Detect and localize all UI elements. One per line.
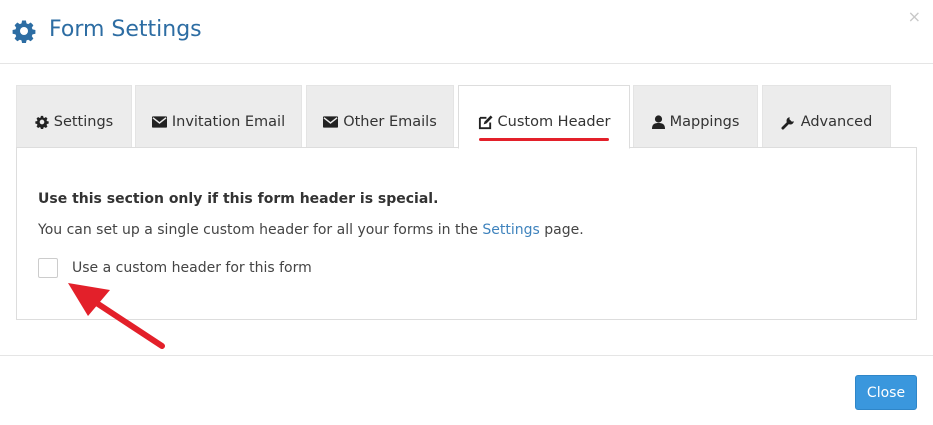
- tab-invitation-email[interactable]: Invitation Email: [135, 85, 302, 148]
- custom-header-checkbox[interactable]: [38, 258, 58, 278]
- gear-icon: [12, 20, 36, 43]
- modal-title: Form Settings: [49, 17, 202, 42]
- gear-icon: [35, 115, 49, 129]
- section-description: You can set up a single custom header fo…: [38, 222, 584, 238]
- envelope-icon: [151, 116, 167, 128]
- form-settings-modal: Form Settings × Settings Invitation Emai…: [0, 0, 933, 425]
- close-button[interactable]: Close: [855, 375, 917, 410]
- custom-header-checkbox-label[interactable]: Use a custom header for this form: [72, 258, 312, 278]
- annotation-underline: [479, 138, 609, 141]
- annotation-arrow: [68, 283, 165, 349]
- close-icon[interactable]: ×: [908, 8, 921, 26]
- tab-label: Custom Header: [497, 114, 611, 130]
- tab-label: Advanced: [800, 114, 873, 130]
- modal-footer: Close: [0, 355, 933, 425]
- description-text-end: page.: [544, 222, 584, 238]
- tab-other-emails[interactable]: Other Emails: [306, 85, 454, 148]
- tab-advanced[interactable]: Advanced: [762, 85, 891, 148]
- wrench-icon: [781, 116, 794, 130]
- tab-settings[interactable]: Settings: [16, 85, 132, 148]
- tab-label: Mappings: [669, 114, 740, 130]
- user-icon: [651, 115, 665, 129]
- tab-custom-header[interactable]: Custom Header: [458, 85, 630, 149]
- tab-label: Invitation Email: [171, 114, 286, 130]
- settings-link[interactable]: Settings: [482, 222, 539, 238]
- modal-header: Form Settings ×: [0, 0, 933, 64]
- edit-icon: [478, 114, 493, 129]
- description-text: You can set up a single custom header fo…: [38, 222, 478, 238]
- envelope-icon: [323, 116, 339, 128]
- section-heading: Use this section only if this form heade…: [38, 191, 439, 207]
- tab-label: Other Emails: [343, 114, 437, 130]
- tab-label: Settings: [53, 114, 114, 130]
- tab-mappings[interactable]: Mappings: [633, 85, 758, 148]
